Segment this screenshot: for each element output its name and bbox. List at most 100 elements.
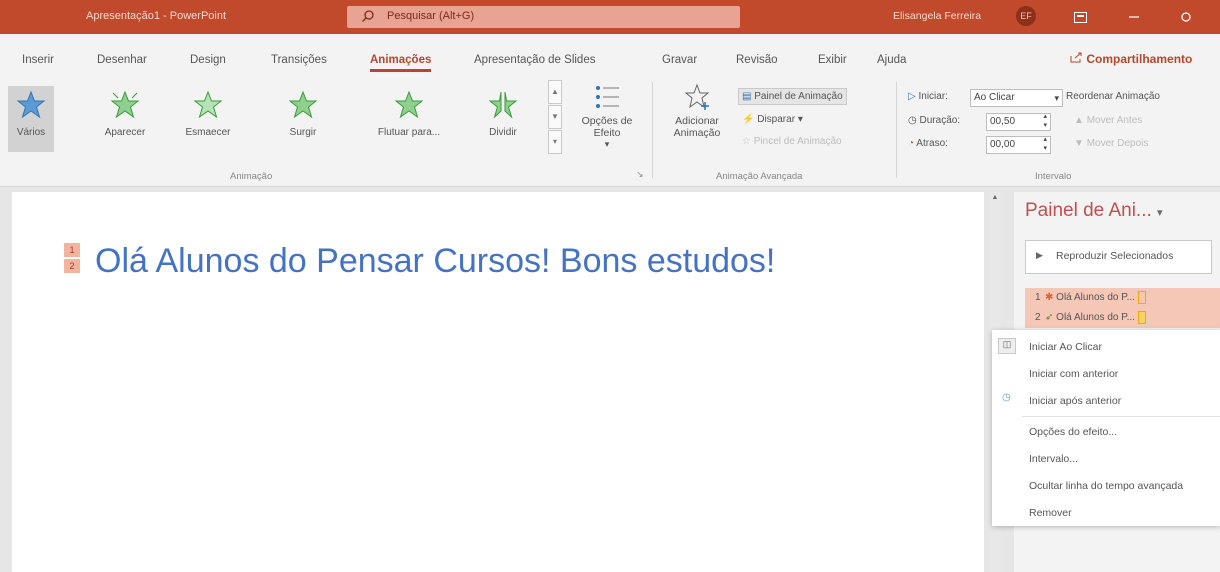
menu-item-iniciar-apos-anterior[interactable]: Iniciar após anterior [1029, 395, 1121, 407]
effect-options-label: Opções de Efeito [581, 115, 633, 139]
play-outline-icon: ▷ [908, 91, 916, 102]
share-label: Compartilhamento [1086, 52, 1193, 66]
spin-icon[interactable]: ▴ ▾ [1043, 135, 1047, 153]
gallery-item-aparecer[interactable]: Aparecer [100, 86, 150, 152]
start-select[interactable]: Ao Clicar ▾ [970, 89, 1063, 107]
clock-icon: ◷ [1002, 392, 1011, 403]
gallery-label: Dividir [489, 127, 517, 138]
gallery-label: Esmaecer [185, 127, 231, 138]
timeline-bar [1137, 310, 1146, 324]
animation-list-item[interactable]: 2 ➶ Olá Alunos do P... [1025, 308, 1220, 328]
animation-list-item[interactable]: 1 ✱ Olá Alunos do P... [1025, 288, 1220, 308]
search-box[interactable]: Pesquisar (Alt+G) [347, 6, 740, 28]
user-name[interactable]: Elisangela Ferreira [893, 10, 981, 22]
painter-icon: ☆ [742, 136, 751, 147]
gallery-item-esmaecer[interactable]: Esmaecer [182, 86, 234, 152]
group-label-intervalo: Intervalo [1035, 171, 1072, 182]
play-icon: ▶ [1036, 250, 1043, 260]
tab-exibir[interactable]: Exibir [818, 54, 847, 66]
multi-star-icon [16, 90, 46, 119]
effect-options-button[interactable]: Opções de Efeito ▾ [572, 82, 642, 150]
animation-marker[interactable]: 2 [64, 259, 80, 273]
group-separator [652, 82, 653, 178]
tab-animacoes[interactable]: Animações [370, 54, 432, 72]
star-fade-icon [193, 90, 223, 119]
tab-inserir[interactable]: Inserir [22, 54, 54, 66]
chevron-down-icon: ▾ [1054, 93, 1059, 103]
animation-pane-button[interactable]: ▤ Painel de Animação [738, 88, 847, 105]
add-animation-label: Adicionar Animação [673, 115, 721, 139]
gallery-scrollbar[interactable]: ▲ ▼ ▾ [548, 80, 562, 154]
tab-design[interactable]: Design [190, 54, 226, 66]
restore-icon[interactable] [1168, 4, 1204, 30]
menu-item-remover[interactable]: Remover [1029, 507, 1072, 519]
add-animation-icon [684, 83, 710, 110]
minimize-icon[interactable] [1116, 4, 1152, 30]
trigger-button[interactable]: ⚡ Disparar ▾ [742, 114, 803, 125]
delay-label: ◔ Atraso: [908, 138, 948, 149]
title-bar: Apresentação1 - PowerPoint Pesquisar (Al… [0, 0, 1220, 34]
scroll-up-icon[interactable]: ▲ [989, 194, 1001, 201]
motion-path-icon: ➶ [1045, 312, 1054, 323]
star-split-icon [488, 91, 518, 119]
group-label-animacao-avancada: Animação Avançada [716, 171, 803, 182]
share-icon [1070, 52, 1082, 63]
tab-transicoes[interactable]: Transições [271, 54, 327, 66]
animation-marker[interactable]: 1 [64, 243, 80, 257]
duration-stepper[interactable]: 00,50 ▴ ▾ [986, 113, 1051, 131]
clock-icon: ◷ [908, 115, 917, 126]
effect-options-icon [596, 86, 619, 108]
play-selected-button[interactable]: ▶ Reproduzir Selecionados [1025, 240, 1212, 274]
tab-ajuda[interactable]: Ajuda [877, 54, 906, 66]
context-menu: ◫ Iniciar Ao Clicar Iniciar com anterior… [992, 330, 1220, 526]
timeline-bar [1137, 290, 1146, 304]
gallery-item-surgir[interactable]: Surgir [278, 86, 328, 152]
tab-revisao[interactable]: Revisão [736, 54, 778, 66]
chevron-down-icon: ▾ [604, 139, 610, 149]
gallery-down-icon[interactable]: ▼ [548, 105, 562, 129]
chevron-down-icon: ▾ [797, 114, 803, 125]
menu-item-ocultar-linha-do-tempo[interactable]: Ocultar linha do tempo avançada [1029, 480, 1183, 492]
move-earlier-button[interactable]: ▲ Mover Antes [1074, 115, 1142, 126]
window-title: Apresentação1 - PowerPoint [86, 10, 227, 22]
animation-painter-button[interactable]: ☆ Pincel de Animação [742, 136, 842, 147]
search-placeholder: Pesquisar (Alt+G) [387, 10, 475, 22]
arrow-up-icon: ▲ [1074, 115, 1084, 126]
tab-apresentacao-de-slides[interactable]: Apresentação de Slides [474, 54, 595, 66]
gallery-up-icon[interactable]: ▲ [548, 80, 562, 104]
tab-desenhar[interactable]: Desenhar [97, 54, 147, 66]
move-later-button[interactable]: ▼ Mover Depois [1074, 138, 1148, 149]
search-icon [362, 10, 374, 22]
gallery-item-dividir[interactable]: Dividir [478, 86, 528, 152]
group-label-animacao: Animação [230, 171, 273, 182]
menu-item-iniciar-com-anterior[interactable]: Iniciar com anterior [1029, 368, 1118, 380]
gallery-more-icon[interactable]: ▾ [548, 130, 562, 154]
menu-item-opcoes-do-efeito[interactable]: Opções do efeito... [1029, 426, 1117, 438]
pane-options-icon[interactable]: ▾ [1157, 207, 1163, 219]
animation-pane-label: Painel de Animação [754, 91, 843, 102]
star-float-icon [394, 90, 424, 119]
dialog-launcher-icon[interactable]: ↘ [636, 169, 644, 180]
delay-stepper[interactable]: 00,00 ▴ ▾ [986, 136, 1051, 154]
gallery-label: Flutuar para... [377, 127, 441, 138]
menu-item-intervalo[interactable]: Intervalo... [1029, 453, 1078, 465]
mouse-click-icon: ◫ [998, 338, 1016, 354]
gallery-item-flutuar[interactable]: Flutuar para... [368, 86, 450, 152]
tab-gravar[interactable]: Gravar [662, 54, 697, 66]
menu-separator [1022, 416, 1220, 417]
slide-title[interactable]: Olá Alunos do Pensar Cursos! Bons estudo… [95, 242, 775, 281]
star-icon: ✱ [1045, 292, 1054, 303]
delay-clock-icon: ◔ [908, 138, 915, 149]
share-button[interactable]: Compartilhamento [1070, 52, 1192, 66]
trigger-label: Disparar [757, 114, 796, 125]
avatar[interactable]: EF [1016, 6, 1036, 26]
group-separator [896, 82, 897, 178]
pane-title: Painel de Ani... ▾ [1025, 200, 1163, 221]
ribbon-display-icon[interactable] [1062, 4, 1098, 30]
spin-icon[interactable]: ▴ ▾ [1043, 112, 1047, 130]
menu-item-iniciar-ao-clicar[interactable]: Iniciar Ao Clicar [1029, 341, 1102, 353]
start-label: ▷ Iniciar: [908, 91, 948, 102]
gallery-item-varios[interactable]: Vários [8, 86, 54, 152]
add-animation-button[interactable]: Adicionar Animação [658, 82, 736, 139]
animation-painter-label: Pincel de Animação [753, 136, 842, 147]
